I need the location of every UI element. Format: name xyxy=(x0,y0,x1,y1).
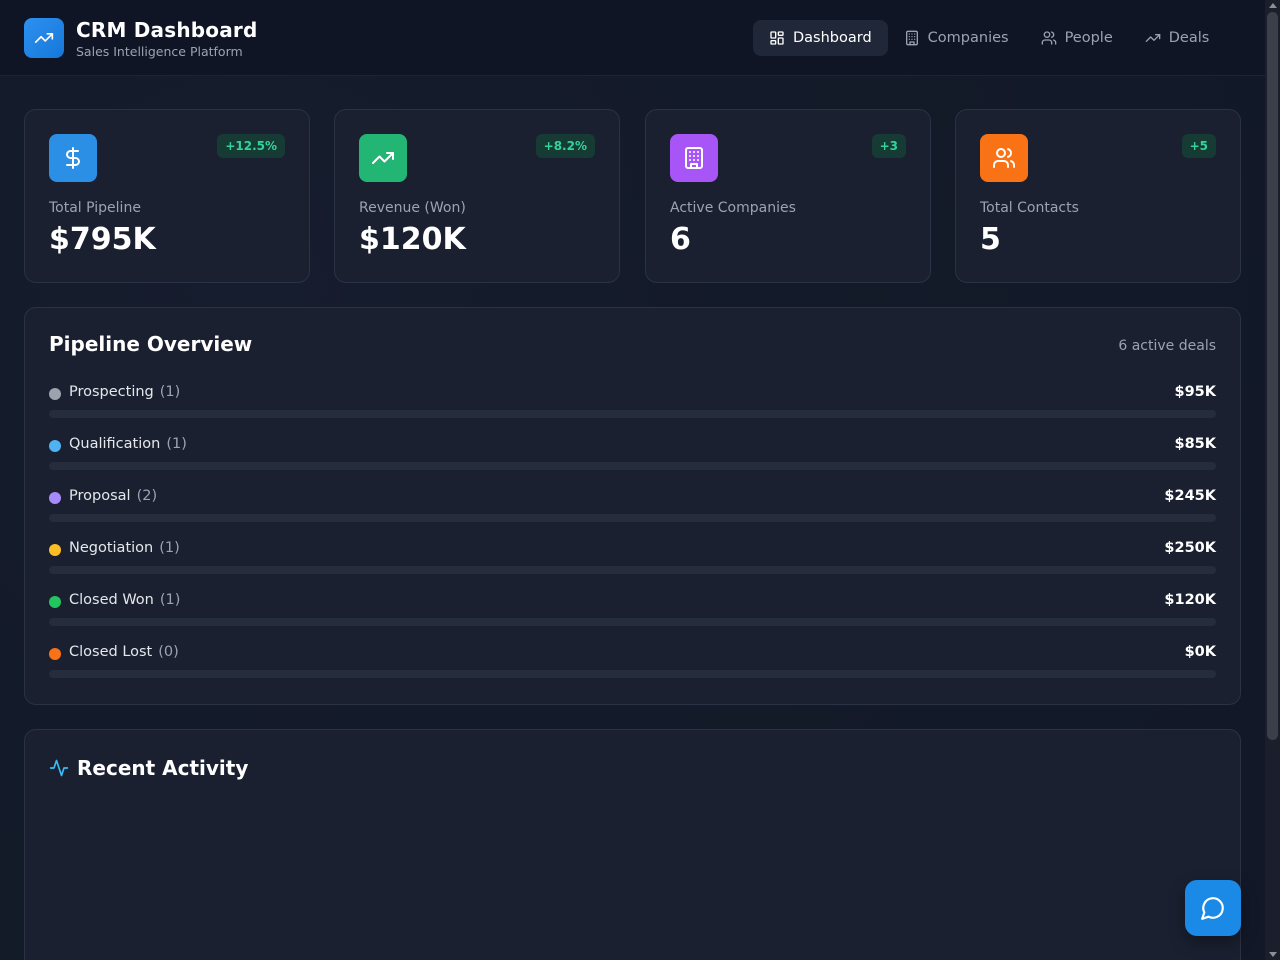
stat-value: $795K xyxy=(49,222,156,257)
nav-dashboard[interactable]: Dashboard xyxy=(753,20,888,56)
stat-label: Total Pipeline xyxy=(49,200,141,216)
pipeline-stage-negotiation[interactable]: Negotiation (1) $250K xyxy=(49,540,1216,574)
stage-progress-track xyxy=(49,618,1216,626)
nav-companies[interactable]: Companies xyxy=(888,20,1025,56)
main-nav: Dashboard Companies People Deals xyxy=(753,20,1225,56)
panel-title: Pipeline Overview xyxy=(49,332,253,356)
stat-card-revenue[interactable]: +8.2% Revenue (Won) $120K xyxy=(334,109,620,283)
stat-label: Active Companies xyxy=(670,200,796,216)
trending-up-icon xyxy=(34,33,54,44)
app-logo[interactable] xyxy=(24,18,64,58)
stage-progress-track xyxy=(49,410,1216,418)
app-title: CRM Dashboard xyxy=(76,18,258,42)
chat-button[interactable] xyxy=(1185,880,1241,936)
active-deals-count: 6 active deals xyxy=(1118,338,1216,354)
pipeline-overview-panel: Pipeline Overview 6 active deals Prospec… xyxy=(24,307,1241,705)
stage-color-dot xyxy=(49,544,61,556)
stage-amount: $245K xyxy=(1164,488,1216,504)
stage-name-text: Prospecting xyxy=(69,384,154,400)
pipeline-stage-closed-lost[interactable]: Closed Lost (0) $0K xyxy=(49,644,1216,678)
stat-value: 6 xyxy=(670,222,691,257)
stage-count: (1) xyxy=(166,436,187,452)
users-icon xyxy=(993,148,1015,168)
stat-label: Revenue (Won) xyxy=(359,200,466,216)
panel-title: Recent Activity xyxy=(77,756,249,780)
stage-color-dot xyxy=(49,388,61,400)
stat-value: 5 xyxy=(980,222,1001,257)
stage-color-dot xyxy=(49,648,61,660)
stage-name: Proposal (2) xyxy=(69,488,157,504)
stat-card-companies[interactable]: +3 Active Companies 6 xyxy=(645,109,931,283)
nav-deals[interactable]: Deals xyxy=(1129,20,1226,56)
nav-companies-label: Companies xyxy=(927,30,1009,46)
recent-activity-panel: Recent Activity xyxy=(24,729,1241,960)
nav-dashboard-label: Dashboard xyxy=(793,30,872,46)
change-badge: +3 xyxy=(871,134,906,158)
stage-progress-track xyxy=(49,462,1216,470)
stat-icon-box xyxy=(359,134,407,182)
stat-icon-box xyxy=(49,134,97,182)
pipeline-stage-closed-won[interactable]: Closed Won (1) $120K xyxy=(49,592,1216,626)
stage-count: (1) xyxy=(159,540,180,556)
stat-value: $120K xyxy=(359,222,466,257)
grid-icon xyxy=(770,31,784,45)
change-badge: +5 xyxy=(1181,134,1216,158)
stage-amount: $0K xyxy=(1184,644,1216,660)
app-subtitle: Sales Intelligence Platform xyxy=(76,44,243,59)
stat-card-pipeline[interactable]: +12.5% Total Pipeline $795K xyxy=(24,109,310,283)
stage-amount: $85K xyxy=(1174,436,1216,452)
app-header: CRM Dashboard Sales Intelligence Platfor… xyxy=(0,0,1265,76)
nav-deals-label: Deals xyxy=(1168,30,1210,46)
stage-name-text: Proposal xyxy=(69,488,131,504)
trending-up-icon xyxy=(372,152,394,164)
stage-amount: $250K xyxy=(1164,540,1216,556)
dollar-icon xyxy=(66,147,80,169)
stat-card-contacts[interactable]: +5 Total Contacts 5 xyxy=(955,109,1241,283)
stage-progress-track xyxy=(49,670,1216,678)
stage-progress-track xyxy=(49,514,1216,522)
stage-count: (1) xyxy=(159,384,181,400)
nav-people[interactable]: People xyxy=(1025,20,1129,56)
stage-color-dot xyxy=(49,596,61,608)
stat-label: Total Contacts xyxy=(980,200,1079,216)
stage-count: (1) xyxy=(159,592,181,608)
change-badge: +8.2% xyxy=(535,134,595,158)
stat-icon-box xyxy=(670,134,718,182)
stage-name: Qualification (1) xyxy=(69,436,187,452)
change-badge: +12.5% xyxy=(217,134,285,158)
pipeline-stage-prospecting[interactable]: Prospecting (1) $95K xyxy=(49,384,1216,418)
scroll-up-arrow-icon[interactable] xyxy=(1269,3,1277,8)
stage-progress-track xyxy=(49,566,1216,574)
pipeline-stage-qualification[interactable]: Qualification (1) $85K xyxy=(49,436,1216,470)
building-icon xyxy=(905,30,918,46)
stage-name: Closed Won (1) xyxy=(69,592,180,608)
stage-color-dot xyxy=(49,440,61,452)
stage-amount: $95K xyxy=(1174,384,1216,400)
trending-up-icon xyxy=(1145,34,1161,42)
pipeline-stage-proposal[interactable]: Proposal (2) $245K xyxy=(49,488,1216,522)
nav-people-label: People xyxy=(1064,30,1113,46)
stage-count: (0) xyxy=(158,644,179,660)
stage-name: Negotiation (1) xyxy=(69,540,180,556)
stage-name-text: Negotiation xyxy=(69,540,154,556)
stat-icon-box xyxy=(980,134,1028,182)
page-scrollbar[interactable] xyxy=(1265,0,1280,960)
building-icon xyxy=(685,147,703,169)
stage-name: Closed Lost (0) xyxy=(69,644,179,660)
stage-name: Prospecting (1) xyxy=(69,384,180,400)
scroll-thumb[interactable] xyxy=(1267,12,1278,740)
chat-bubble-icon xyxy=(1201,897,1224,920)
stage-name-text: Closed Won xyxy=(69,592,154,608)
users-icon xyxy=(1041,31,1056,45)
activity-icon xyxy=(49,759,69,777)
stage-color-dot xyxy=(49,492,61,504)
stage-amount: $120K xyxy=(1164,592,1216,608)
stage-name-text: Qualification xyxy=(69,436,161,452)
stage-count: (2) xyxy=(136,488,158,504)
scroll-down-arrow-icon[interactable] xyxy=(1269,952,1277,957)
stage-name-text: Closed Lost xyxy=(69,644,153,660)
